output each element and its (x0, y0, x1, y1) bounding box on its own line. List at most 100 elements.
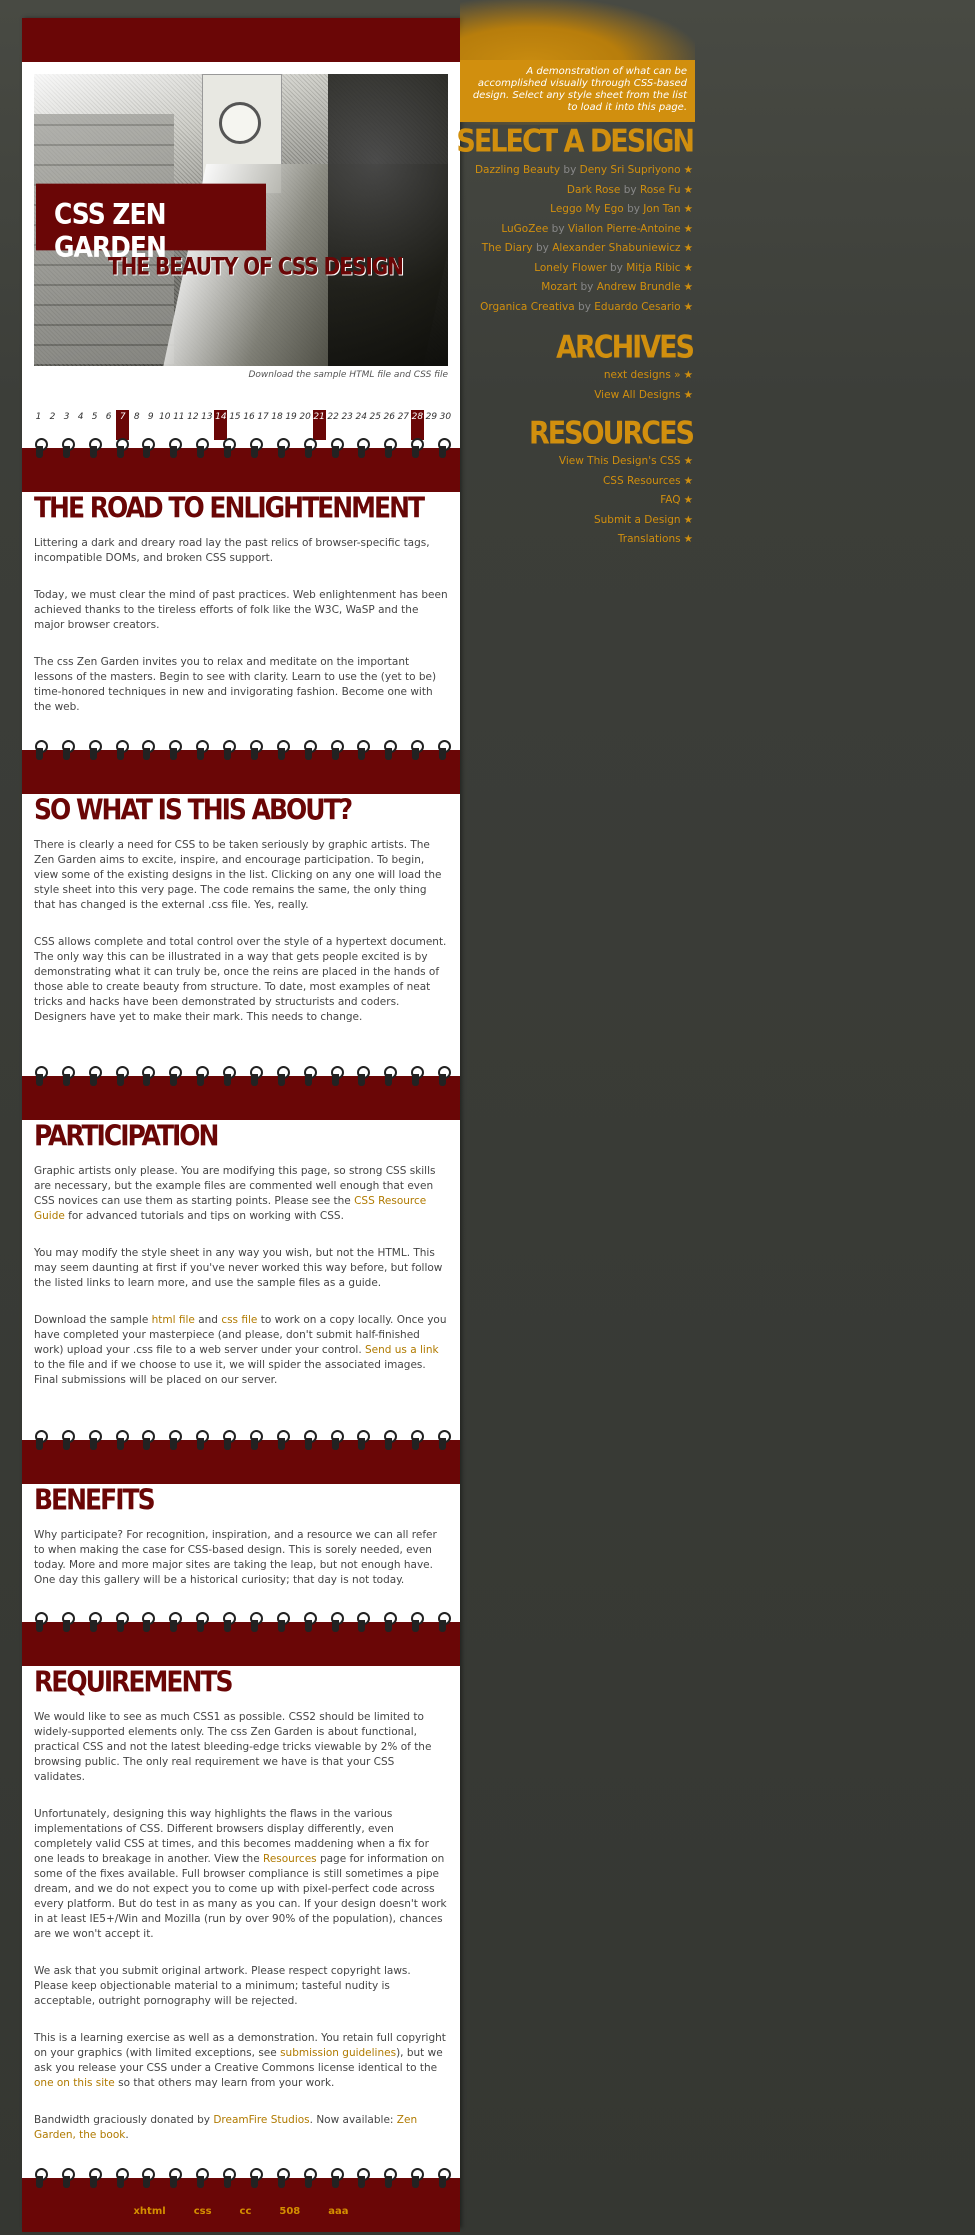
design-name[interactable]: Organica Creativa (480, 301, 575, 313)
resource-item[interactable]: Submit a Design ★ (433, 511, 693, 531)
paragraph: You may modify the style sheet in any wa… (34, 1247, 443, 1289)
design-item[interactable]: The Diary by Alexander Shabuniewicz ★ (433, 239, 693, 259)
paragraph: We would like to see as much CSS1 as pos… (34, 1711, 432, 1783)
design-name[interactable]: Mozart (541, 281, 577, 293)
submission-guidelines-link[interactable]: submission guidelines (280, 2047, 396, 2059)
archive-link[interactable]: View All Designs (594, 389, 680, 401)
archive-item[interactable]: next designs » ★ (433, 366, 693, 386)
resource-item[interactable]: FAQ ★ (433, 491, 693, 511)
star-icon: ★ (683, 261, 693, 274)
binder-ring-icon (222, 740, 237, 762)
resource-link[interactable]: View This Design's CSS (559, 455, 681, 467)
design-author[interactable]: Alexander Shabuniewicz (552, 242, 680, 254)
paragraph: Download the sample html file and css fi… (34, 1313, 448, 1388)
resource-link[interactable]: FAQ (660, 494, 680, 506)
archive-link[interactable]: next designs » (604, 369, 681, 381)
by-label: by (535, 242, 549, 254)
design-author[interactable]: Andrew Brundle (597, 281, 681, 293)
binder-ring-icon (356, 438, 371, 460)
dreamfire-link[interactable]: DreamFire Studios (213, 2114, 309, 2126)
binder-ring-icon (410, 1066, 425, 1088)
footer-link-css[interactable]: css (194, 2206, 212, 2232)
binder-ring-icon (330, 2168, 344, 2190)
calendar-day: 26 (383, 412, 395, 422)
send-link[interactable]: Send us a link (365, 1344, 439, 1356)
calendar-day: 14 (214, 410, 228, 440)
calendar-day: 3 (63, 412, 70, 422)
design-name[interactable]: Dazzling Beauty (475, 164, 560, 176)
binder-ring-icon (276, 740, 290, 762)
ring-band (22, 2168, 460, 2196)
main-column: CSS ZEN GARDEN THE BEAUTY OF CSS DESIGN … (22, 18, 460, 2232)
binder-ring-icon (276, 1066, 290, 1088)
binder-ring-icon (115, 2168, 129, 2190)
calendar-day: 25 (369, 412, 381, 422)
binder-ring-icon (141, 2168, 156, 2190)
clock-icon (219, 102, 261, 144)
binder-ring-icon (222, 1612, 237, 1634)
calendar-day: 7 (116, 410, 130, 440)
paragraph: We ask that you submit original artwork.… (34, 1965, 411, 2007)
rings (22, 740, 460, 762)
design-author[interactable]: Jon Tan (643, 203, 680, 215)
design-name[interactable]: LuGoZee (501, 223, 548, 235)
by-label: by (578, 300, 591, 313)
design-item[interactable]: Dazzling Beauty by Deny Sri Supriyono ★ (433, 161, 693, 181)
resource-link[interactable]: CSS Resources (603, 475, 681, 487)
resource-item[interactable]: View This Design's CSS ★ (433, 452, 693, 472)
resources-link[interactable]: Resources (263, 1853, 317, 1865)
binder-ring-icon (34, 1612, 48, 1634)
binder-ring-icon (141, 740, 156, 762)
binder-ring-icon (34, 1066, 48, 1088)
download-note[interactable]: Download the sample HTML file and CSS fi… (34, 370, 449, 380)
footer-link-cc[interactable]: cc (240, 2206, 252, 2232)
binder-ring-icon (249, 1066, 263, 1088)
design-name[interactable]: Leggo My Ego (550, 203, 624, 215)
design-author[interactable]: Viallon Pierre-Antoine (568, 223, 681, 235)
binder-ring-icon (88, 740, 102, 762)
calendar-day: 23 (341, 412, 353, 422)
design-name[interactable]: Dark Rose (567, 184, 620, 196)
binder-ring-icon (34, 1430, 48, 1452)
binder-ring-icon (356, 1430, 371, 1452)
design-item[interactable]: Leggo My Ego by Jon Tan ★ (433, 200, 693, 220)
design-item[interactable]: Mozart by Andrew Brundle ★ (433, 278, 693, 298)
license-link[interactable]: one on this site (34, 2077, 115, 2089)
ring-band (22, 1066, 460, 1120)
binder-ring-icon (222, 438, 237, 460)
design-name[interactable]: Lonely Flower (534, 262, 606, 274)
binder-ring-icon (168, 740, 183, 762)
binder-ring-icon (330, 1066, 344, 1088)
calendar-day: 1 (35, 412, 42, 422)
design-item[interactable]: LuGoZee by Viallon Pierre-Antoine ★ (433, 220, 693, 240)
binder-ring-icon (195, 2168, 210, 2190)
resources-list: View This Design's CSS ★ CSS Resources ★ FAQ… (433, 452, 693, 550)
resource-link[interactable]: Submit a Design (594, 514, 681, 526)
by-label: by (580, 281, 594, 293)
design-author[interactable]: Rose Fu (640, 184, 681, 196)
resource-link[interactable]: Translations (618, 533, 681, 545)
design-name[interactable]: The Diary (482, 242, 533, 254)
css-file-link[interactable]: css file (221, 1314, 257, 1326)
design-item[interactable]: Lonely Flower by Mitja Ribic ★ (433, 259, 693, 279)
design-author[interactable]: Deny Sri Supriyono (580, 164, 681, 176)
binder-ring-icon (330, 1612, 344, 1634)
design-item[interactable]: Dark Rose by Rose Fu ★ (433, 181, 693, 201)
ring-band (22, 740, 460, 794)
star-icon: ★ (683, 455, 693, 467)
design-item[interactable]: Organica Creativa by Eduardo Cesario ★ (433, 298, 693, 318)
star-icon: ★ (683, 513, 693, 526)
binder-ring-icon (115, 1066, 129, 1088)
archive-item[interactable]: View All Designs ★ (433, 386, 693, 406)
footer-link-aaa[interactable]: aaa (328, 2206, 348, 2232)
footer-link-xhtml[interactable]: xhtml (133, 2206, 165, 2232)
binder-ring-icon (222, 1066, 237, 1088)
resource-item[interactable]: CSS Resources ★ (433, 472, 693, 492)
html-file-link[interactable]: html file (152, 1314, 195, 1326)
binder-ring-icon (249, 438, 263, 460)
footer-link-508[interactable]: 508 (279, 2206, 300, 2232)
design-author[interactable]: Mitja Ribic (626, 262, 680, 274)
resource-item[interactable]: Translations ★ (433, 530, 693, 550)
design-author[interactable]: Eduardo Cesario (594, 301, 680, 313)
calendar-day: 6 (105, 412, 112, 422)
